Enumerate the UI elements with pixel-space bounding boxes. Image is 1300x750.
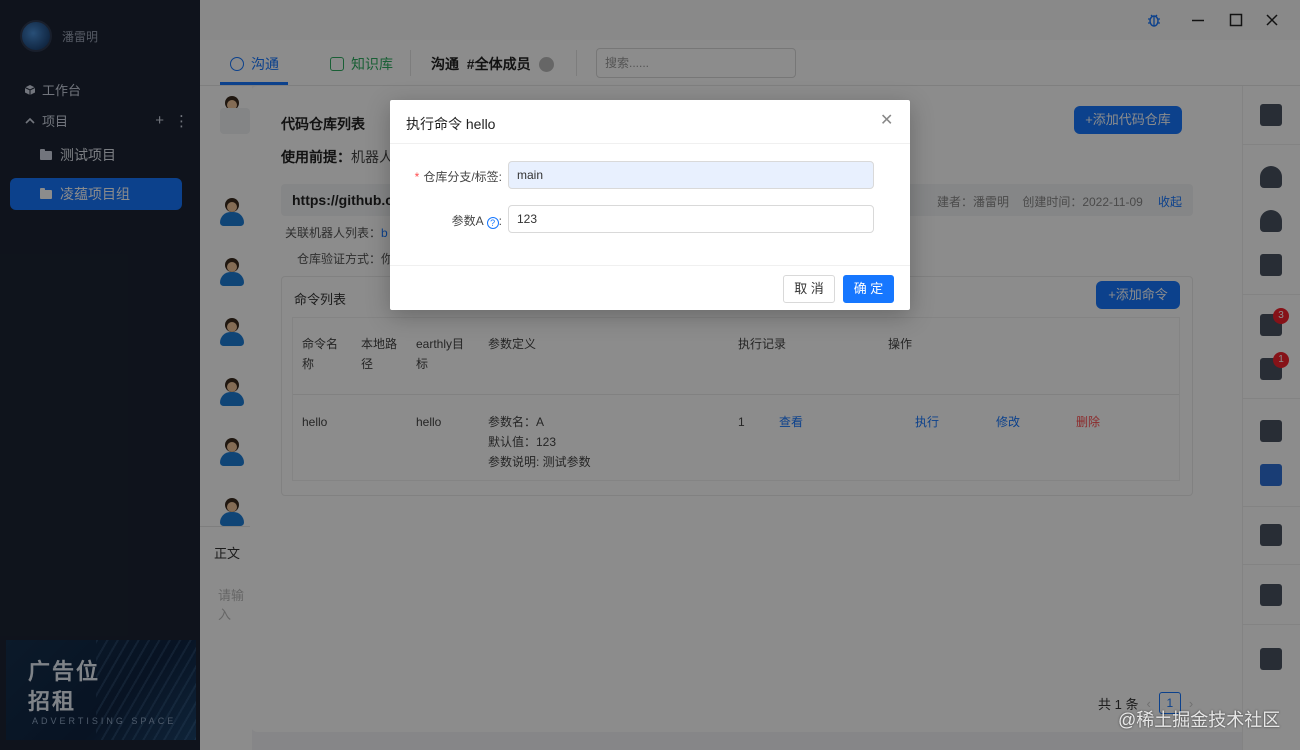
cancel-button[interactable]: 取 消 <box>783 275 835 303</box>
branch-field-label: * 仓库分支/标签: <box>402 168 502 185</box>
param-a-label: 参数A <box>451 214 484 228</box>
dialog-footer: 取 消 确 定 <box>390 265 910 310</box>
dialog-header: 执行命令 hello ✕ <box>390 100 910 144</box>
confirm-button[interactable]: 确 定 <box>843 275 894 303</box>
branch-input[interactable]: main <box>508 161 874 189</box>
required-mark: * <box>414 170 420 184</box>
param-a-input[interactable]: 123 <box>508 205 874 233</box>
watermark: @稀土掘金技术社区 <box>1118 710 1281 730</box>
param-a-field-label: 参数A?: <box>451 214 502 229</box>
help-icon[interactable]: ? <box>486 217 499 229</box>
branch-label: 仓库分支/标签: <box>423 170 502 184</box>
dialog-title: 执行命令 hello <box>406 116 496 132</box>
execute-command-dialog: 执行命令 hello ✕ * 仓库分支/标签: main 参数A?: 123 取 … <box>390 100 910 310</box>
close-icon[interactable]: ✕ <box>880 112 893 130</box>
